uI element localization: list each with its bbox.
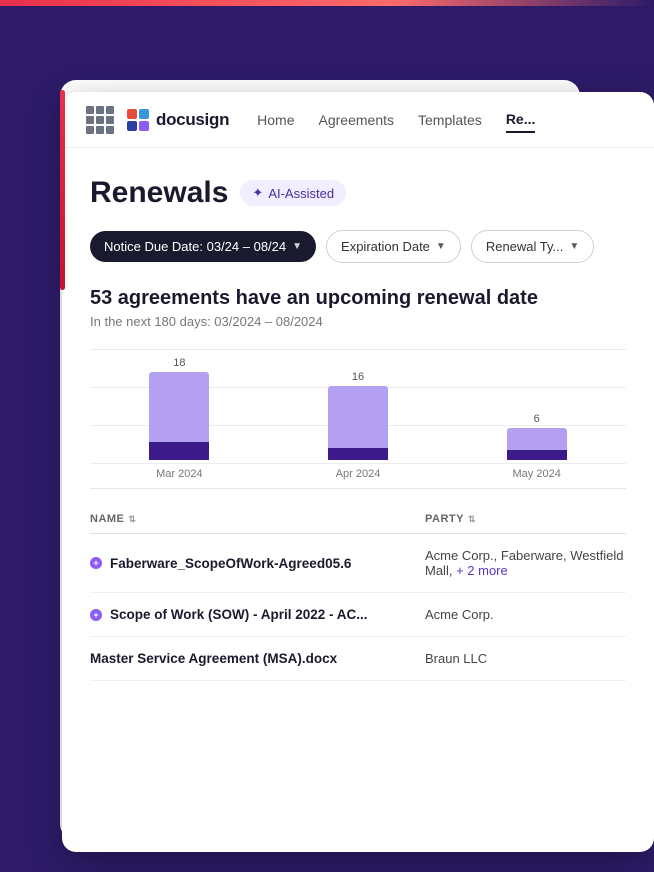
stats-title: 53 agreements have an upcoming renewal d…	[90, 287, 626, 310]
ai-assisted-badge: ✦ AI-Assisted	[240, 180, 346, 206]
chart-bar-may: 6 May 2024	[447, 349, 626, 480]
bar-value-may: 6	[534, 413, 540, 425]
bar-bottom-may	[507, 450, 567, 460]
row-party-2: Acme Corp.	[425, 607, 626, 622]
nav-agreements[interactable]: Agreements	[319, 108, 394, 132]
bar-top-may	[507, 428, 567, 450]
sparkle-icon: ✦	[252, 185, 263, 201]
chevron-down-icon: ▼	[436, 241, 446, 252]
bar-stack-mar	[149, 372, 209, 460]
nav-links: Home Agreements Templates Re...	[257, 107, 630, 133]
table-row[interactable]: Scope of Work (SOW) - April 2022 - AC...…	[90, 593, 626, 637]
page-title: Renewals	[90, 176, 228, 210]
date-range-label: Notice Due Date: 03/24 – 08/24	[104, 239, 286, 254]
bar-top-apr	[328, 386, 388, 448]
renewals-chart: 18 Mar 2024 16 Apr 2024 6	[90, 349, 626, 489]
row-dot-icon	[90, 557, 102, 569]
nav-templates[interactable]: Templates	[418, 108, 482, 132]
renewal-type-label: Renewal Ty...	[486, 239, 564, 254]
bar-value-mar: 18	[173, 357, 185, 369]
bar-stack-may	[507, 428, 567, 460]
row-party-1: Acme Corp., Faberware, Westfield Mall, +…	[425, 548, 626, 578]
row-name-text-1: Faberware_ScopeOfWork-Agreed05.6	[110, 556, 351, 571]
main-card: docusign Home Agreements Templates Re...…	[62, 92, 654, 852]
sort-icon-party[interactable]: ⇅	[468, 514, 476, 525]
bar-bottom-mar	[149, 442, 209, 460]
chart-bar-apr: 16 Apr 2024	[269, 349, 448, 480]
page-title-row: Renewals ✦ AI-Assisted	[90, 176, 626, 210]
row-name-text-2: Scope of Work (SOW) - April 2022 - AC...	[110, 607, 368, 622]
docusign-logo[interactable]: docusign	[126, 108, 229, 132]
docusign-brand-text: docusign	[156, 110, 229, 130]
renewal-type-filter[interactable]: Renewal Ty... ▼	[471, 230, 594, 263]
expiration-date-filter[interactable]: Expiration Date ▼	[326, 230, 461, 263]
sort-icon-name[interactable]: ⇅	[128, 514, 136, 525]
expiration-date-label: Expiration Date	[341, 239, 430, 254]
ai-badge-text: AI-Assisted	[268, 186, 334, 201]
apps-menu-icon[interactable]	[86, 106, 114, 134]
row-name-3: Master Service Agreement (MSA).docx	[90, 651, 425, 666]
table-row[interactable]: Faberware_ScopeOfWork-Agreed05.6 Acme Co…	[90, 534, 626, 593]
col-header-party: PARTY ⇅	[425, 513, 626, 525]
filter-row: Notice Due Date: 03/24 – 08/24 ▼ Expirat…	[90, 230, 626, 263]
date-range-filter[interactable]: Notice Due Date: 03/24 – 08/24 ▼	[90, 231, 316, 262]
table-row[interactable]: Master Service Agreement (MSA).docx Brau…	[90, 637, 626, 681]
row-dot-icon	[90, 609, 102, 621]
top-nav: docusign Home Agreements Templates Re...	[62, 92, 654, 148]
bar-label-may: May 2024	[513, 468, 561, 480]
stats-subtitle: In the next 180 days: 03/2024 – 08/2024	[90, 314, 626, 329]
chart-bar-mar: 18 Mar 2024	[90, 349, 269, 480]
row-name-text-3: Master Service Agreement (MSA).docx	[90, 651, 337, 666]
bar-label-mar: Mar 2024	[156, 468, 202, 480]
row-party-3: Braun LLC	[425, 651, 626, 666]
row-name-2: Scope of Work (SOW) - April 2022 - AC...	[90, 607, 425, 622]
table-header: NAME ⇅ PARTY ⇅	[90, 505, 626, 534]
docusign-brand-icon	[126, 108, 150, 132]
bar-label-apr: Apr 2024	[336, 468, 381, 480]
bar-bottom-apr	[328, 448, 388, 460]
page-content: Renewals ✦ AI-Assisted Notice Due Date: …	[62, 148, 654, 681]
chevron-down-icon: ▼	[569, 241, 579, 252]
nav-home[interactable]: Home	[257, 108, 294, 132]
col-header-name: NAME ⇅	[90, 513, 425, 525]
bar-value-apr: 16	[352, 371, 364, 383]
party-more-link-1[interactable]: + 2 more	[456, 563, 508, 578]
chevron-down-icon: ▼	[292, 241, 302, 252]
chart-bars: 18 Mar 2024 16 Apr 2024 6	[90, 349, 626, 480]
bar-top-mar	[149, 372, 209, 442]
row-name-1: Faberware_ScopeOfWork-Agreed05.6	[90, 556, 425, 571]
agreements-table: NAME ⇅ PARTY ⇅ Faberware_ScopeOfWork-Agr…	[90, 505, 626, 681]
nav-renewals[interactable]: Re...	[506, 107, 536, 133]
bar-stack-apr	[328, 386, 388, 460]
